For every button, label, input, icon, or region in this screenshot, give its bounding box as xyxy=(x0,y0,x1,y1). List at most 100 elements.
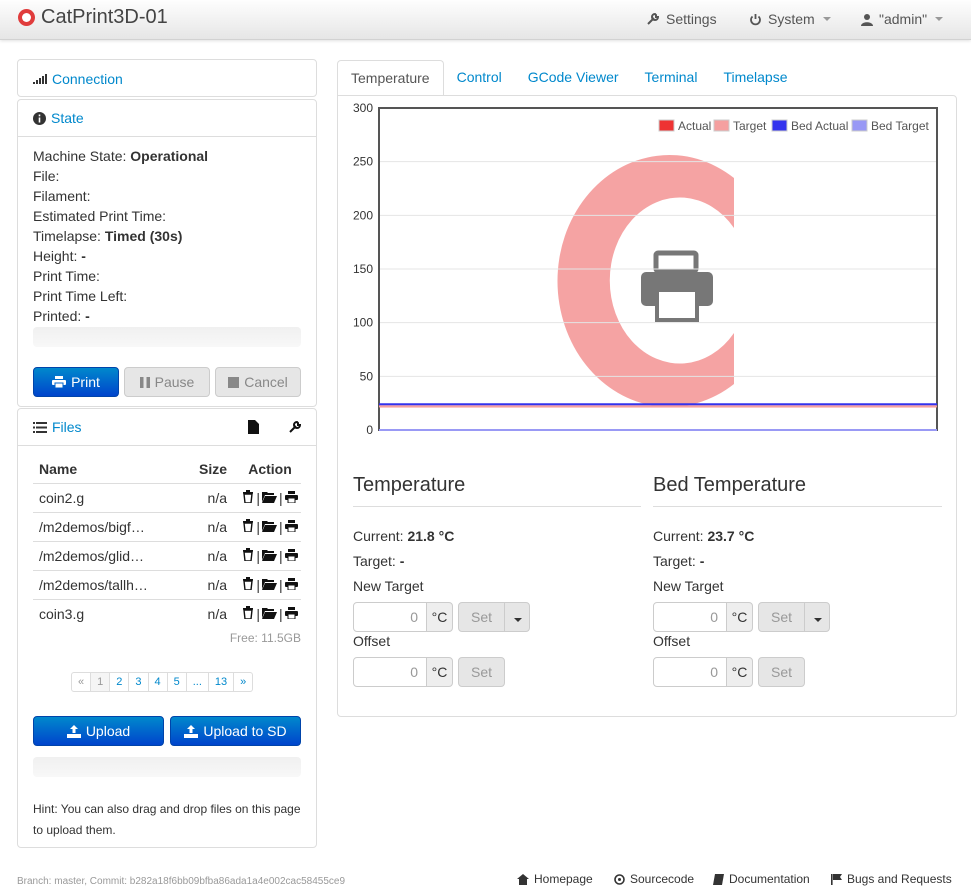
file-name[interactable]: /m2demos/glid… xyxy=(33,540,173,570)
folder-open-icon[interactable] xyxy=(262,578,277,590)
folder-open-icon[interactable] xyxy=(262,607,277,619)
bed-target-unit: °C xyxy=(726,602,753,632)
homepage-link[interactable]: Homepage xyxy=(517,872,593,886)
upload-icon xyxy=(66,724,81,738)
print-icon[interactable] xyxy=(284,606,298,620)
page-link[interactable]: 4 xyxy=(148,672,168,692)
page-link[interactable]: 1 xyxy=(91,672,111,692)
file-actions: | | xyxy=(233,482,301,512)
tool-target-dropdown[interactable] xyxy=(504,602,530,632)
page-link[interactable]: ... xyxy=(186,672,209,692)
folder-open-icon[interactable] xyxy=(262,549,277,561)
page-link[interactable]: 3 xyxy=(129,672,149,692)
table-row[interactable]: /m2demos/bigf… n/a | | xyxy=(33,511,301,541)
main-tabs: Temperature Control GCode Viewer Terminal Ti… xyxy=(337,60,801,96)
folder-open-icon[interactable] xyxy=(262,491,277,503)
bed-target-label: Target: xyxy=(653,553,696,569)
trash-icon[interactable] xyxy=(242,489,254,504)
bed-set-button[interactable]: Set xyxy=(758,602,805,632)
print-button[interactable]: Print xyxy=(33,367,119,397)
page-link[interactable]: 2 xyxy=(110,672,130,692)
wrench-icon xyxy=(647,12,660,25)
pause-button[interactable]: Pause xyxy=(124,367,210,397)
settings-menu[interactable]: Settings xyxy=(646,11,717,27)
col-name[interactable]: Name xyxy=(33,456,173,484)
page-link[interactable]: 5 xyxy=(167,672,187,692)
print-icon[interactable] xyxy=(284,548,298,561)
divider xyxy=(353,506,641,507)
file-name[interactable]: coin2.g xyxy=(33,482,173,512)
state-row-label: Filament: xyxy=(33,188,91,204)
trash-icon[interactable] xyxy=(242,518,254,533)
file-actions: | | xyxy=(233,569,301,599)
upload-sd-button[interactable]: Upload to SD xyxy=(170,716,301,746)
print-icon[interactable] xyxy=(284,490,298,503)
table-row[interactable]: /m2demos/glid… n/a | | xyxy=(33,540,301,570)
chevron-down-icon xyxy=(935,17,944,21)
table-row[interactable]: coin3.g n/a | | xyxy=(33,598,301,628)
bed-target-input[interactable]: 0 xyxy=(653,602,727,632)
bed-offset-input[interactable]: 0 xyxy=(653,657,727,687)
upload-button[interactable]: Upload xyxy=(33,716,164,746)
tool-offset-input[interactable]: 0 xyxy=(353,657,427,687)
print-icon[interactable] xyxy=(284,519,298,532)
tab-terminal[interactable]: Terminal xyxy=(632,60,711,96)
wrench-icon[interactable] xyxy=(288,420,302,434)
tool-target-input[interactable]: 0 xyxy=(353,602,427,632)
file-size: n/a xyxy=(173,569,233,599)
tab-gcode-viewer[interactable]: GCode Viewer xyxy=(515,60,632,96)
table-row[interactable]: /m2demos/tallh… n/a | | xyxy=(33,569,301,599)
bed-target-dropdown[interactable] xyxy=(804,602,830,632)
legend-swatch xyxy=(771,119,788,132)
documentation-link[interactable]: Documentation xyxy=(713,872,810,886)
col-action: Action xyxy=(233,456,301,484)
sourcecode-link[interactable]: Sourcecode xyxy=(614,872,694,886)
bugs-label: Bugs and Requests xyxy=(847,872,952,886)
state-row-value: Timed (30s) xyxy=(104,228,183,244)
file-name[interactable]: /m2demos/tallh… xyxy=(33,569,173,599)
tab-control[interactable]: Control xyxy=(444,60,515,96)
table-row[interactable]: coin2.g n/a | | xyxy=(33,482,301,512)
tool-set-button[interactable]: Set xyxy=(458,602,505,632)
bed-offset-set-button[interactable]: Set xyxy=(758,657,805,687)
tool-current-value: 21.8 °C xyxy=(407,528,455,544)
trash-icon[interactable] xyxy=(242,547,254,562)
user-menu[interactable]: "admin" xyxy=(861,11,944,27)
upload-icon xyxy=(184,724,199,738)
power-icon xyxy=(750,13,761,25)
system-menu[interactable]: System xyxy=(749,11,831,27)
file-icon[interactable] xyxy=(248,420,259,434)
connection-header[interactable]: Connection xyxy=(18,60,316,97)
col-size[interactable]: Size xyxy=(173,456,233,484)
chevron-down-icon xyxy=(822,17,831,21)
bed-offset-label: Offset xyxy=(653,633,691,649)
state-row: Timelapse: Timed (30s) xyxy=(33,226,182,246)
chart-legend: Actual Target Bed Actual Bed Target xyxy=(658,119,929,133)
bed-current-value: 23.7 °C xyxy=(707,528,755,544)
tab-timelapse[interactable]: Timelapse xyxy=(710,60,800,96)
y-tick-label: 0 xyxy=(366,423,373,437)
page-link[interactable]: « xyxy=(71,672,92,692)
tool-offset-set-button[interactable]: Set xyxy=(458,657,505,687)
legend-swatch xyxy=(658,119,675,132)
state-row-value: - xyxy=(81,248,86,264)
bugs-link[interactable]: Bugs and Requests xyxy=(831,872,952,886)
file-name[interactable]: /m2demos/bigf… xyxy=(33,511,173,541)
folder-open-icon[interactable] xyxy=(262,520,277,532)
cancel-button[interactable]: Cancel xyxy=(215,367,301,397)
state-row-value: Operational xyxy=(130,148,209,164)
brand[interactable]: CatPrint3D-01 xyxy=(18,6,168,29)
file-name[interactable]: coin3.g xyxy=(33,598,173,628)
print-icon[interactable] xyxy=(284,577,298,590)
state-row: Estimated Print Time: xyxy=(33,206,166,226)
page-link[interactable]: » xyxy=(234,672,254,692)
trash-icon[interactable] xyxy=(242,576,254,591)
y-tick-label: 50 xyxy=(360,369,374,383)
state-row-label: Print Time: xyxy=(33,268,100,284)
file-size: n/a xyxy=(173,598,233,628)
page-link[interactable]: 13 xyxy=(208,672,235,692)
files-header[interactable]: Files xyxy=(18,409,316,446)
state-header[interactable]: State xyxy=(18,100,316,137)
trash-icon[interactable] xyxy=(242,605,254,620)
tab-temperature[interactable]: Temperature xyxy=(337,60,444,96)
